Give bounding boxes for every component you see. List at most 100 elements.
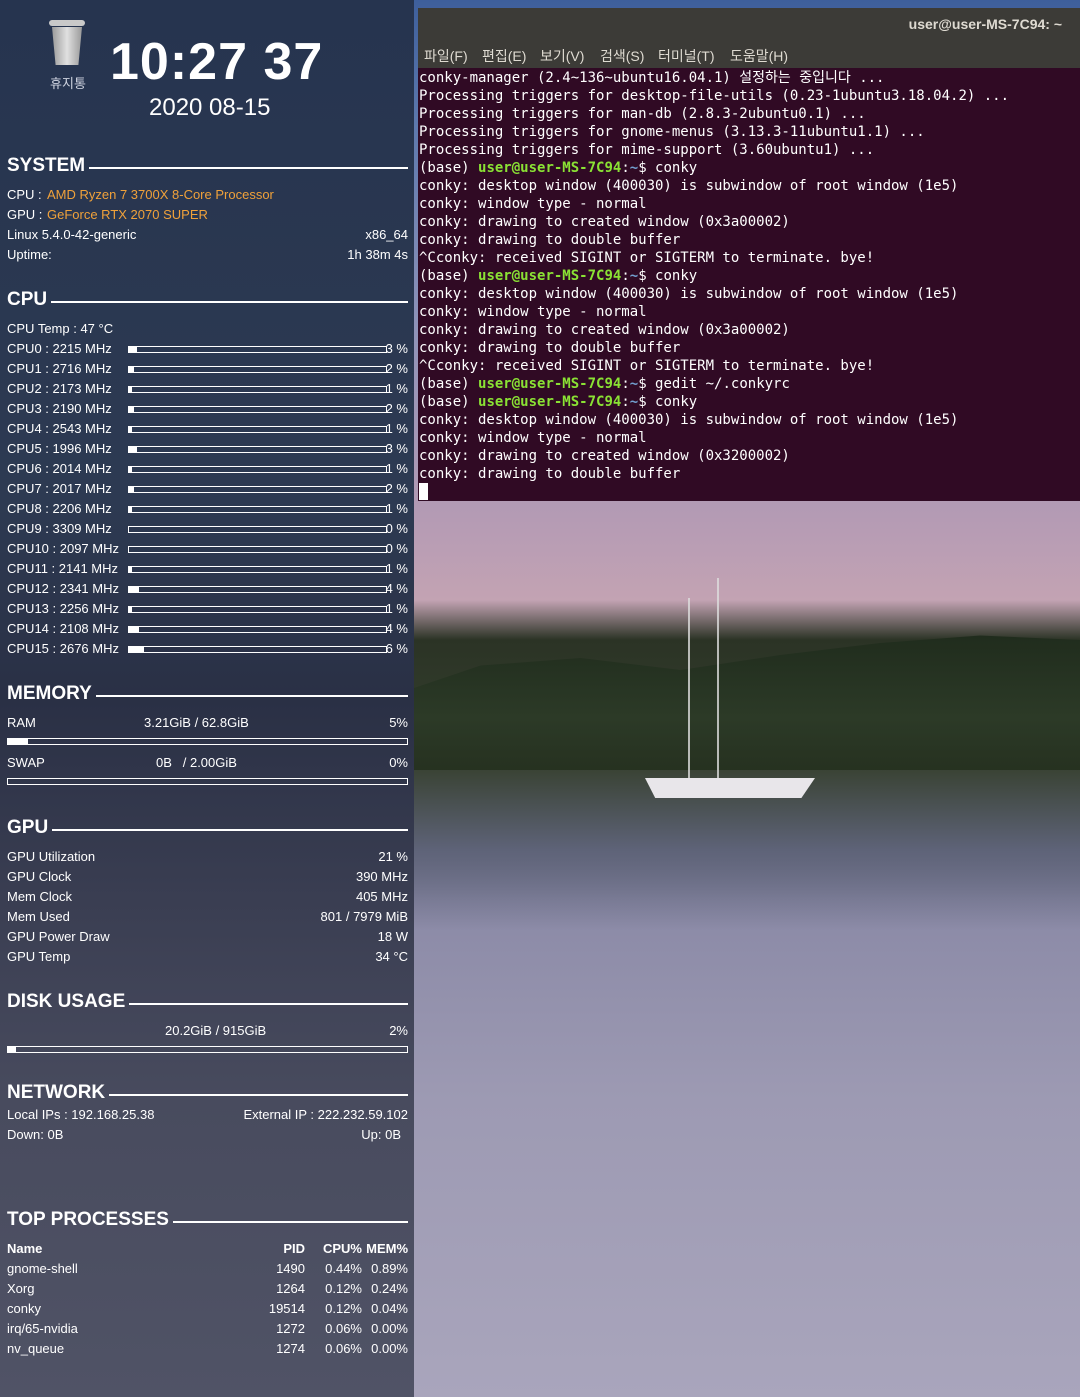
cpu-core-row: CPU7 : 2017 MHz 2 %: [7, 481, 408, 499]
cpu-core-bar: [128, 606, 387, 613]
cpu-core-label: CPU9 : 3309 MHz: [7, 521, 112, 536]
cpu-core-pct: 0 %: [385, 521, 408, 536]
swap-bar: [7, 778, 408, 785]
cpu-core-bar: [128, 646, 387, 653]
cpu-core-label: CPU14 : 2108 MHz: [7, 621, 119, 636]
trash-icon[interactable]: [47, 20, 87, 66]
system-gpu-row: GPU : GeForce RTX 2070 SUPER: [7, 207, 208, 222]
cpu-core-bar: [128, 426, 387, 433]
cpu-core-pct: 4 %: [385, 581, 408, 596]
cpu-core-label: CPU13 : 2256 MHz: [7, 601, 119, 616]
cpu-core-bar: [128, 386, 387, 393]
cpu-core-pct: 1 %: [385, 461, 408, 476]
disk-row: 20.2GiB / 915GiB 2%: [165, 1023, 408, 1038]
date: 2020 08-15: [149, 94, 271, 121]
wallpaper-hill: [414, 635, 1080, 778]
gpu-heading: GPU: [7, 816, 408, 840]
processes-header: Name PID CPU% MEM%: [7, 1241, 408, 1256]
cpu-core-bar: [128, 346, 387, 353]
menu-edit[interactable]: 편집(E): [482, 46, 526, 66]
cpu-core-label: CPU7 : 2017 MHz: [7, 481, 112, 496]
cpu-core-label: CPU10 : 2097 MHz: [7, 541, 119, 556]
ram-row: RAM 3.21GiB / 62.8GiB 5%: [7, 715, 408, 730]
cpu-core-row: CPU14 : 2108 MHz 4 %: [7, 621, 408, 639]
cpu-core-label: CPU15 : 2676 MHz: [7, 641, 119, 656]
terminal-output[interactable]: conky-manager (2.4~136~ubuntu16.04.1) 설정…: [419, 69, 1079, 501]
cpu-core-pct: 1 %: [385, 601, 408, 616]
process-row: conky 19514 0.12% 0.04%: [7, 1301, 408, 1316]
process-row: Xorg 1264 0.12% 0.24%: [7, 1281, 408, 1296]
clock: 10:27 37: [110, 33, 324, 91]
cpu-core-pct: 3 %: [385, 441, 408, 456]
terminal-line: Processing triggers for mime-support (3.…: [419, 142, 875, 158]
menu-terminal[interactable]: 터미널(T): [658, 46, 715, 66]
cpu-model: AMD Ryzen 7 3700X 8-Core Processor: [47, 187, 274, 202]
cpu-core-bar: [128, 566, 387, 573]
gpu-stat-row: Mem Clock 405 MHz: [7, 889, 408, 904]
swap-row: SWAP 0B / 2.00GiB 0%: [7, 755, 408, 770]
terminal-line: (base) user@user-MS-7C94:~$ conky: [419, 394, 698, 410]
cpu-core-label: CPU0 : 2215 MHz: [7, 341, 112, 356]
menu-file[interactable]: 파일(F): [424, 46, 468, 66]
menu-help[interactable]: 도움말(H): [730, 46, 788, 66]
cpu-core-pct: 0 %: [385, 541, 408, 556]
terminal-line: conky: window type - normal: [419, 196, 647, 212]
cpu-core-row: CPU8 : 2206 MHz 1 %: [7, 501, 408, 519]
terminal-line: conky: drawing to created window (0x3200…: [419, 448, 790, 464]
cpu-core-bar: [128, 586, 387, 593]
terminal-titlebar[interactable]: user@user-MS-7C94: ~: [418, 8, 1080, 42]
cpu-core-label: CPU6 : 2014 MHz: [7, 461, 112, 476]
terminal-line: ^Cconky: received SIGINT or SIGTERM to t…: [419, 250, 875, 266]
cpu-core-row: CPU6 : 2014 MHz 1 %: [7, 461, 408, 479]
process-row: gnome-shell 1490 0.44% 0.89%: [7, 1261, 408, 1276]
cpu-core-label: CPU8 : 2206 MHz: [7, 501, 112, 516]
terminal-line: (base) user@user-MS-7C94:~$ gedit ~/.con…: [419, 376, 790, 392]
terminal-cursor-line[interactable]: [419, 483, 1079, 501]
cpu-core-bar: [128, 526, 387, 533]
process-row: nv_queue 1274 0.06% 0.00%: [7, 1341, 408, 1356]
cpu-core-row: CPU15 : 2676 MHz 6 %: [7, 641, 408, 659]
trash-label: 휴지통: [50, 76, 86, 91]
terminal-line: conky: desktop window (400030) is subwin…: [419, 412, 959, 428]
cpu-core-bar: [128, 446, 387, 453]
gpu-stat-row: GPU Clock 390 MHz: [7, 869, 408, 884]
cpu-core-row: CPU13 : 2256 MHz 1 %: [7, 601, 408, 619]
cpu-core-row: CPU9 : 3309 MHz 0 %: [7, 521, 408, 539]
cpu-core-pct: 3 %: [385, 341, 408, 356]
terminal-line: (base) user@user-MS-7C94:~$ conky: [419, 160, 698, 176]
cpu-core-pct: 6 %: [385, 641, 408, 656]
cpu-core-label: CPU12 : 2341 MHz: [7, 581, 119, 596]
wallpaper-boat: [645, 778, 815, 798]
cpu-core-row: CPU1 : 2716 MHz 2 %: [7, 361, 408, 379]
cpu-core-bar: [128, 366, 387, 373]
cpu-core-label: CPU1 : 2716 MHz: [7, 361, 112, 376]
terminal-window[interactable]: user@user-MS-7C94: ~ 파일(F) 편집(E) 보기(V) 검…: [418, 8, 1080, 501]
terminal-line: conky: drawing to double buffer: [419, 340, 681, 356]
cpu-core-pct: 1 %: [385, 421, 408, 436]
terminal-line: conky: window type - normal: [419, 304, 647, 320]
system-cpu-row: CPU : AMD Ryzen 7 3700X 8-Core Processor: [7, 187, 274, 202]
terminal-cursor: [419, 483, 428, 500]
cpu-core-row: CPU12 : 2341 MHz 4 %: [7, 581, 408, 599]
cpu-core-bar: [128, 466, 387, 473]
cpu-core-pct: 1 %: [385, 381, 408, 396]
terminal-line: Processing triggers for desktop-file-uti…: [419, 88, 1010, 104]
cpu-temp: CPU Temp : 47 °C: [7, 321, 114, 336]
cpu-core-label: CPU2 : 2173 MHz: [7, 381, 112, 396]
cpu-core-label: CPU4 : 2543 MHz: [7, 421, 112, 436]
cpu-core-row: CPU11 : 2141 MHz 1 %: [7, 561, 408, 579]
cpu-core-bar: [128, 506, 387, 513]
system-uptime-row: Uptime: 1h 38m 4s: [7, 247, 408, 262]
gpu-stat-row: GPU Utilization 21 %: [7, 849, 408, 864]
wallpaper-mast: [688, 598, 690, 778]
wallpaper-mast: [717, 578, 719, 778]
cpu-core-row: CPU3 : 2190 MHz 2 %: [7, 401, 408, 419]
cpu-core-pct: 2 %: [385, 361, 408, 376]
cpu-core-pct: 2 %: [385, 481, 408, 496]
cpu-heading: CPU: [7, 288, 408, 312]
network-ip-row: Local IPs : 192.168.25.38 External IP : …: [7, 1107, 408, 1122]
cpu-core-pct: 2 %: [385, 401, 408, 416]
menu-view[interactable]: 보기(V): [540, 46, 584, 66]
cpu-core-row: CPU4 : 2543 MHz 1 %: [7, 421, 408, 439]
menu-search[interactable]: 검색(S): [600, 46, 644, 66]
